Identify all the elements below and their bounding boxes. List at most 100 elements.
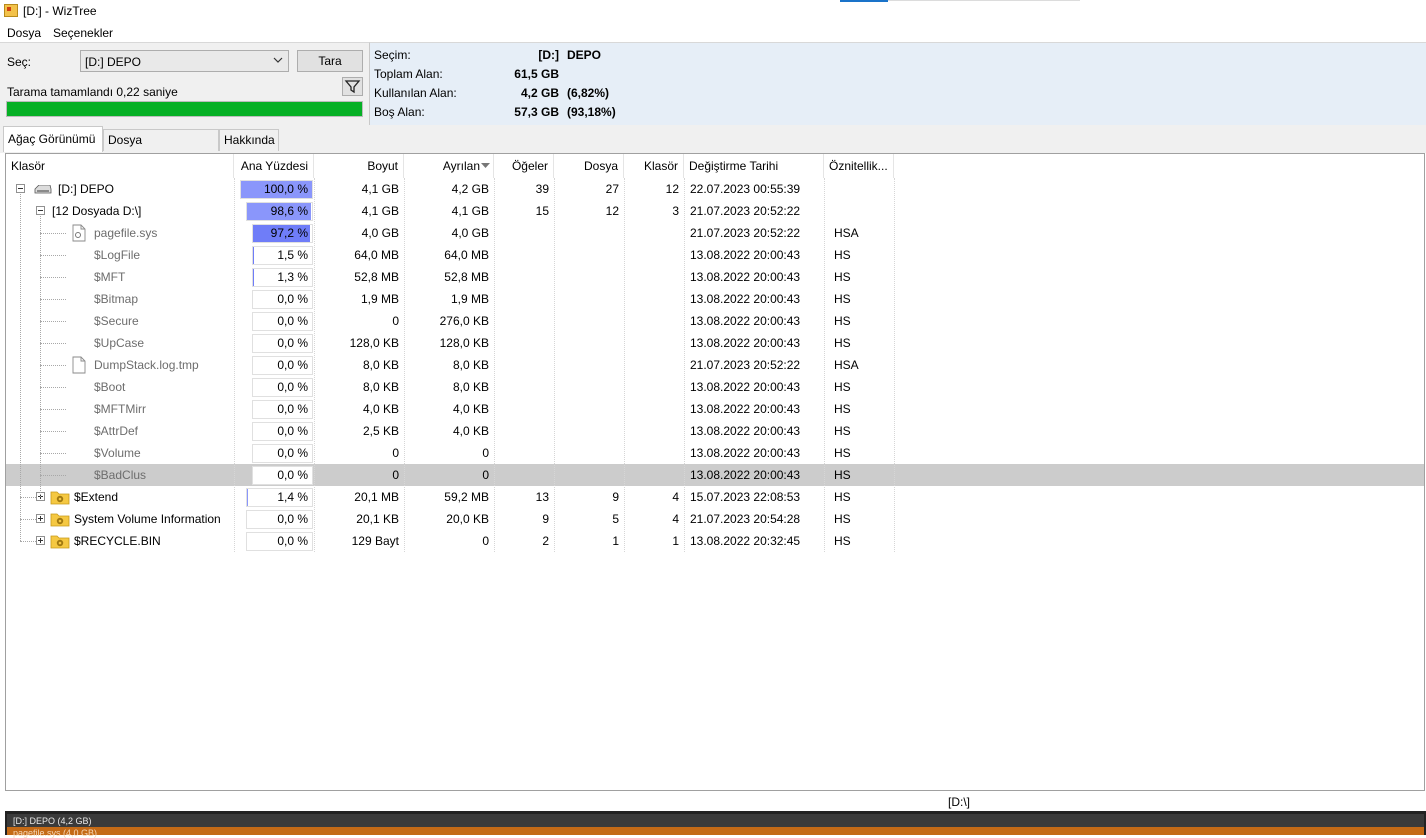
parent-percent-bar: 0,0 % bbox=[252, 422, 313, 441]
table-row[interactable]: $BadClus 0,0 % 0 0 13.08.2022 20:00:43 HS bbox=[6, 464, 1424, 486]
cell-items: 9 bbox=[542, 512, 549, 526]
sort-descending-icon bbox=[481, 163, 490, 168]
cell-files bbox=[554, 420, 624, 442]
table-row[interactable]: $MFTMirr 0,0 % 4,0 KB 4,0 KB 13.08.2022 20:0… bbox=[6, 398, 1424, 420]
selection-name: DEPO bbox=[567, 48, 602, 62]
table-row[interactable]: [D:] DEPO 100,0 % 4,1 GB 4,2 GB 39 27 12 22.07.… bbox=[6, 178, 1424, 200]
collapse-icon[interactable] bbox=[16, 184, 25, 193]
table-row[interactable]: $MFT 1,3 % 52,8 MB 52,8 MB 13.08.2022 20:00:… bbox=[6, 266, 1424, 288]
window-title: [D:] - WizTree bbox=[23, 4, 97, 18]
cell-items bbox=[494, 288, 554, 310]
select-label: Seç: bbox=[7, 55, 32, 69]
cell-attributes: HS bbox=[834, 424, 851, 438]
cell-attributes: HS bbox=[834, 270, 851, 284]
table-row[interactable]: $AttrDef 0,0 % 2,5 KB 4,0 KB 13.08.2022 20:0… bbox=[6, 420, 1424, 442]
tree-connector bbox=[20, 497, 36, 498]
cell-folders bbox=[624, 376, 684, 398]
cell-alloc: 59,2 MB bbox=[444, 490, 489, 504]
cell-modified: 13.08.2022 20:00:43 bbox=[690, 380, 801, 394]
column-header-items[interactable]: Öğeler bbox=[494, 154, 554, 178]
cell-alloc: 4,0 KB bbox=[452, 402, 489, 416]
cell-folders: 4 bbox=[672, 512, 679, 526]
filter-button[interactable] bbox=[342, 77, 363, 96]
row-name: [D:] DEPO bbox=[58, 182, 115, 196]
tab-tree-view[interactable]: Ağaç Görünümü bbox=[3, 126, 103, 152]
system-folder-icon bbox=[50, 491, 70, 505]
column-header-attributes[interactable]: Öznitellik... bbox=[824, 154, 894, 178]
cell-size: 52,8 MB bbox=[354, 270, 399, 284]
column-header-folders[interactable]: Klasör bbox=[624, 154, 684, 178]
table-row[interactable]: $UpCase 0,0 % 128,0 KB 128,0 KB 13.08.2022 2… bbox=[6, 332, 1424, 354]
tree-connector bbox=[40, 233, 66, 234]
collapse-icon[interactable] bbox=[36, 206, 45, 215]
cell-folders bbox=[624, 266, 684, 288]
column-header-folder[interactable]: Klasör bbox=[6, 154, 234, 178]
parent-percent-text: 0,0 % bbox=[277, 292, 308, 306]
expand-icon[interactable] bbox=[36, 514, 45, 523]
tab-about[interactable]: Hakkında bbox=[219, 129, 279, 151]
column-header-allocated[interactable]: Ayrılan bbox=[404, 154, 494, 178]
table-row[interactable]: $Bitmap 0,0 % 1,9 MB 1,9 MB 13.08.2022 20:00… bbox=[6, 288, 1424, 310]
tree-connector bbox=[20, 541, 36, 542]
cell-attributes: HS bbox=[834, 402, 851, 416]
parent-percent-bar: 100,0 % bbox=[240, 180, 313, 199]
table-row[interactable]: $Volume 0,0 % 0 0 13.08.2022 20:00:43 HS bbox=[6, 442, 1424, 464]
table-row[interactable]: $RECYCLE.BIN 0,0 % 129 Bayt 0 2 1 1 13.08.2022 … bbox=[6, 530, 1424, 552]
tree-connector bbox=[40, 409, 66, 410]
cell-files bbox=[554, 266, 624, 288]
hard-drive-icon bbox=[34, 185, 52, 194]
cell-folders bbox=[624, 310, 684, 332]
column-header-modified[interactable]: Değiştirme Tarihi bbox=[684, 154, 824, 178]
status-path: [D:\] bbox=[948, 795, 971, 809]
cell-items bbox=[494, 266, 554, 288]
row-name: $Extend bbox=[74, 490, 119, 504]
cell-files bbox=[554, 464, 624, 486]
row-name: $Boot bbox=[94, 380, 126, 394]
treemap-pagefile-label: pagefile.sys (4,0 GB) bbox=[13, 828, 98, 838]
tab-file-view[interactable]: Dosya Görüntüleme bbox=[103, 129, 219, 167]
row-name: pagefile.sys bbox=[94, 226, 158, 240]
parent-percent-text: 0,0 % bbox=[277, 314, 308, 328]
cell-items bbox=[494, 376, 554, 398]
cell-attributes: HS bbox=[834, 248, 851, 262]
cell-alloc: 64,0 MB bbox=[444, 248, 489, 262]
cell-items bbox=[494, 464, 554, 486]
column-header-parent-percent[interactable]: Ana Yüzdesi bbox=[234, 154, 314, 178]
table-row[interactable]: pagefile.sys 97,2 % 4,0 GB 4,0 GB 21.07.2023… bbox=[6, 222, 1424, 244]
cell-attributes: HS bbox=[834, 292, 851, 306]
column-header-size[interactable]: Boyut bbox=[314, 154, 404, 178]
row-name: [12 Dosyada D:\] bbox=[52, 204, 142, 218]
folder-tree-table[interactable]: Klasör Ana Yüzdesi Boyut Ayrılan Öğeler … bbox=[5, 153, 1425, 791]
drive-select[interactable]: [D:] DEPO bbox=[80, 50, 289, 72]
scan-button[interactable]: Tara bbox=[297, 50, 363, 72]
table-row[interactable]: $Extend 1,4 % 20,1 MB 59,2 MB 13 9 4 15.07.2023… bbox=[6, 486, 1424, 508]
expand-icon[interactable] bbox=[36, 536, 45, 545]
table-row[interactable]: DumpStack.log.tmp 0,0 % 8,0 KB 8,0 KB 21.07.… bbox=[6, 354, 1424, 376]
cell-size: 4,1 GB bbox=[361, 182, 399, 196]
cell-size: 8,0 KB bbox=[362, 358, 399, 372]
parent-percent-bar: 0,0 % bbox=[252, 400, 313, 419]
table-row[interactable]: [12 Dosyada D:\] 98,6 % 4,1 GB 4,1 GB 15 12 3 2… bbox=[6, 200, 1424, 222]
table-row[interactable]: $LogFile 1,5 % 64,0 MB 64,0 MB 13.08.2022 20… bbox=[6, 244, 1424, 266]
cell-alloc: 0 bbox=[482, 468, 489, 482]
cell-alloc: 128,0 KB bbox=[439, 336, 489, 350]
parent-percent-text: 0,0 % bbox=[277, 424, 308, 438]
file-icon bbox=[72, 356, 86, 374]
cell-files: 1 bbox=[612, 534, 619, 548]
parent-percent-text: 1,4 % bbox=[277, 490, 308, 504]
treemap-pagefile-block[interactable] bbox=[7, 827, 1424, 835]
table-row[interactable]: $Secure 0,0 % 0 276,0 KB 13.08.2022 20:00:43… bbox=[6, 310, 1424, 332]
column-separator bbox=[554, 178, 555, 552]
table-row[interactable]: $Boot 0,0 % 8,0 KB 8,0 KB 13.08.2022 20:00:4… bbox=[6, 376, 1424, 398]
column-header-files[interactable]: Dosya bbox=[554, 154, 624, 178]
cell-attributes: HS bbox=[834, 468, 851, 482]
menu-dosya[interactable]: Dosya bbox=[7, 26, 41, 40]
parent-percent-bar: 0,0 % bbox=[246, 510, 313, 529]
parent-percent-fill bbox=[247, 489, 248, 506]
table-row[interactable]: System Volume Information 0,0 % 20,1 KB 20,… bbox=[6, 508, 1424, 530]
menu-secenekler[interactable]: Seçenekler bbox=[53, 26, 113, 40]
cell-size: 0 bbox=[392, 468, 399, 482]
free-space-label: Boş Alan: bbox=[374, 105, 425, 119]
treemap[interactable]: [D:] DEPO (4,2 GB) pagefile.sys (4,0 GB) bbox=[5, 811, 1426, 838]
cell-attributes: HSA bbox=[834, 358, 859, 372]
